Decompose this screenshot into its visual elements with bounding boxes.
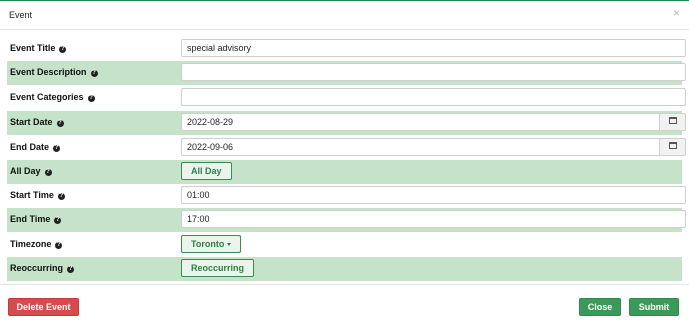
end-date-label: End Date? (10, 142, 61, 152)
all-day-label: All Day? (10, 166, 52, 176)
row-event-description: Event Description? (7, 61, 686, 85)
end-time-label: End Time? (10, 214, 62, 224)
timezone-label: Timezone? (10, 239, 63, 249)
event-categories-label: Event Categories? (10, 92, 95, 102)
help-icon[interactable]: ? (53, 145, 61, 152)
calendar-icon (668, 142, 677, 150)
modal-title: Event (9, 10, 33, 20)
row-all-day: All Day? All Day (7, 160, 682, 184)
event-description-input[interactable] (181, 63, 686, 81)
row-start-time: Start Time? 01:00 (7, 184, 686, 208)
row-end-time: End Time? 17:00 (7, 208, 686, 232)
event-title-input[interactable]: special advisory (181, 39, 686, 57)
modal-footer: Delete Event Close Submit (0, 284, 689, 323)
row-event-title: Event Title? special advisory (7, 37, 686, 61)
row-end-date: End Date? 2022-09-06 (7, 136, 686, 160)
start-date-label: Start Date? (10, 117, 64, 127)
timezone-value: Toronto (191, 239, 225, 249)
help-icon[interactable]: ? (54, 217, 62, 224)
event-categories-input[interactable] (181, 88, 686, 106)
submit-button[interactable]: Submit (629, 298, 679, 316)
calendar-icon (668, 117, 677, 125)
row-timezone: Timezone? Toronto (7, 233, 682, 257)
delete-event-button[interactable]: Delete Event (8, 298, 79, 316)
help-icon[interactable]: ? (56, 120, 64, 127)
modal-header: Event × (0, 1, 689, 30)
row-event-categories: Event Categories? (7, 86, 686, 110)
start-date-picker-button[interactable] (660, 113, 686, 131)
help-icon[interactable]: ? (57, 193, 65, 200)
row-reoccurring: Reoccurring? Reoccurring (7, 257, 682, 281)
close-button[interactable]: Close (579, 298, 621, 316)
help-icon[interactable]: ? (59, 46, 67, 53)
row-start-date: Start Date? 2022-08-29 (7, 111, 686, 135)
event-title-label: Event Title? (10, 43, 67, 53)
caret-down-icon (227, 243, 232, 247)
timezone-dropdown[interactable]: Toronto (181, 235, 242, 253)
close-icon[interactable]: × (673, 7, 680, 19)
start-time-input[interactable]: 01:00 (181, 186, 686, 204)
reoccurring-button[interactable]: Reoccurring (181, 259, 255, 277)
start-time-label: Start Time? (10, 190, 65, 200)
start-date-input[interactable]: 2022-08-29 (181, 113, 660, 131)
help-icon[interactable]: ? (87, 95, 95, 102)
help-icon[interactable]: ? (44, 169, 52, 176)
end-date-picker-button[interactable] (660, 138, 686, 156)
end-time-input[interactable]: 17:00 (181, 210, 686, 228)
end-date-input[interactable]: 2022-09-06 (181, 138, 660, 156)
all-day-button[interactable]: All Day (181, 162, 232, 180)
reoccurring-label: Reoccurring? (10, 263, 75, 273)
help-icon[interactable]: ? (90, 70, 98, 77)
event-description-label: Event Description? (10, 67, 98, 77)
help-icon[interactable]: ? (55, 242, 63, 249)
help-icon[interactable]: ? (67, 266, 75, 273)
